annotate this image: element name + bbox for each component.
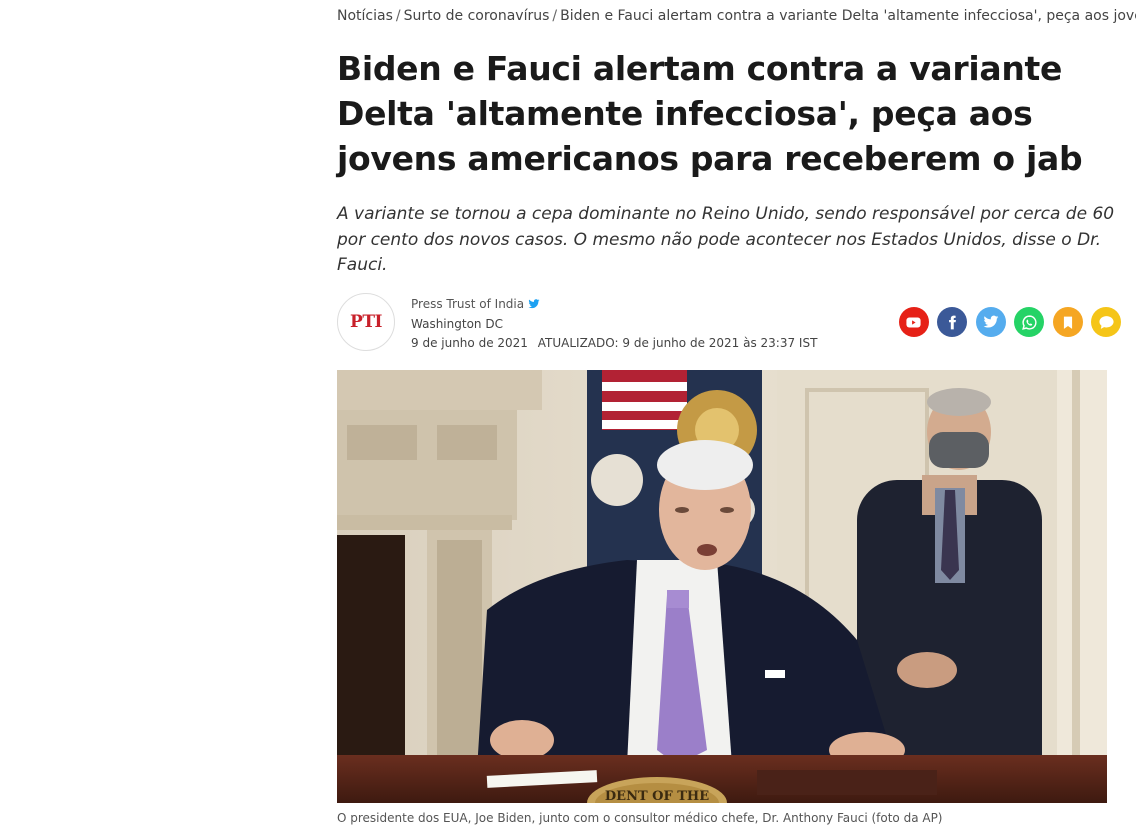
photo-caption: O presidente dos EUA, Joe Biden, junto c… [337,811,943,825]
pti-logo-text: PTI [350,312,382,332]
article-headline: Biden e Fauci alertam contra a variante … [337,49,1083,178]
updated-date: 9 de junho de 2021 às 23:37 IST [622,336,818,350]
pti-logo[interactable]: PTI [337,293,395,351]
author-row: Press Trust of India [411,295,817,313]
breadcrumb-separator: / [395,8,401,24]
whatsapp-share-button[interactable] [1014,307,1044,337]
breadcrumb-separator: / [552,8,558,24]
whatsapp-icon [1021,314,1037,330]
dateline-location: Washington DC [411,317,503,331]
youtube-share-button[interactable] [898,307,929,337]
publish-dates: 9 de junho de 2021 ATUALIZADO: 9 de junh… [411,334,817,352]
comment-button[interactable] [1091,307,1121,337]
facebook-icon [948,315,956,329]
updated-label: ATUALIZADO: [537,336,619,350]
biden-fauci-photo: DENT OF THE [337,370,1107,803]
presidential-seal-text: DENT OF THE [605,789,709,803]
article-summary: A variante se tornou a cepa dominante no… [337,204,1115,275]
breadcrumb-current: Biden e Fauci alertam contra a variante … [560,8,1136,24]
bookmark-button[interactable] [1052,307,1083,337]
breadcrumb-news-link[interactable]: Notícias [337,8,393,24]
twitter-share-button[interactable] [975,307,1006,337]
share-bar [898,307,1121,337]
breadcrumb-coronavirus-link[interactable]: Surto de coronavírus [404,8,550,24]
article-photo: DENT OF THE [337,370,1107,803]
youtube-icon [906,317,921,327]
bookmark-icon [1063,316,1072,329]
facebook-share-button[interactable] [937,307,967,337]
published-date: 9 de junho de 2021 [411,336,528,350]
twitter-icon [983,315,998,328]
breadcrumb: Notícias / Surto de coronavírus / Biden e Fa… [337,6,1136,26]
byline: PTI Press Trust of India Washington DC 9… [337,293,1127,355]
author-block: Press Trust of India Washington DC 9 de … [411,295,817,352]
twitter-icon[interactable] [528,298,540,310]
comment-icon [1098,315,1114,329]
author-link[interactable]: Press Trust of India [411,295,524,313]
